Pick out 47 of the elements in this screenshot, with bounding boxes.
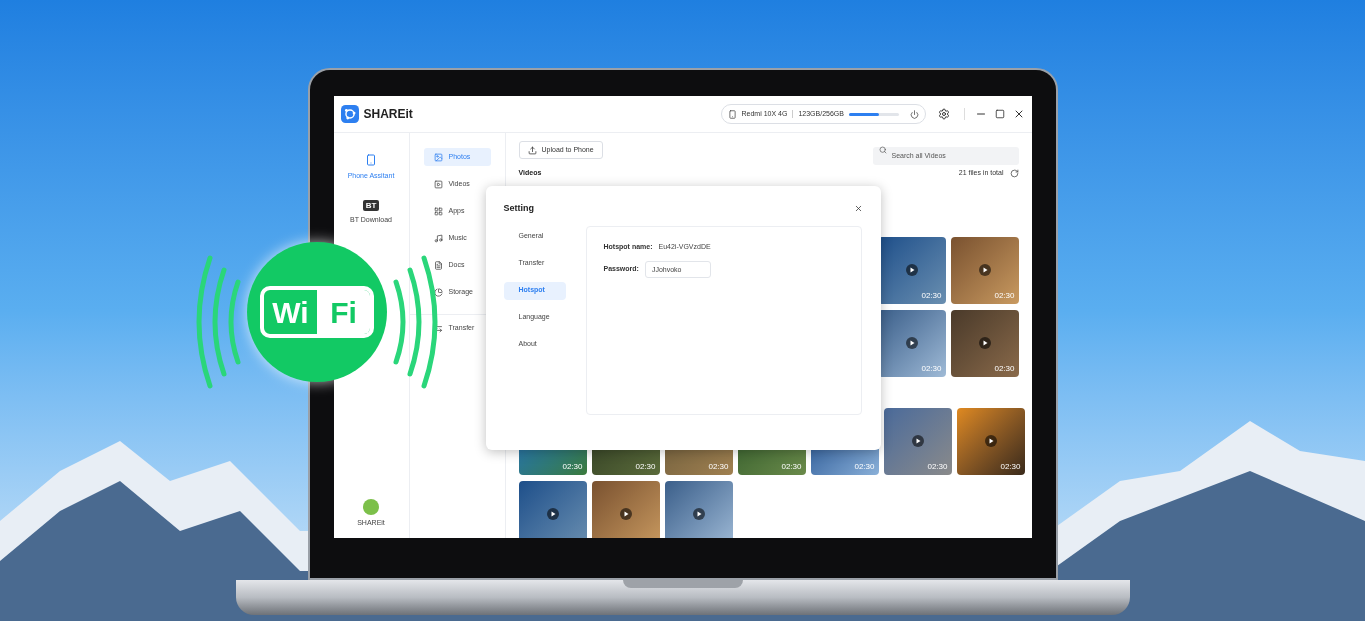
video-thumbnail[interactable] — [664, 480, 733, 538]
power-icon[interactable] — [909, 109, 919, 119]
settings-icon[interactable] — [937, 108, 950, 120]
photo-icon — [433, 152, 443, 162]
play-icon — [984, 435, 997, 447]
video-duration: 02:30 — [921, 362, 942, 375]
bt-icon: BT — [362, 199, 380, 211]
music-icon — [433, 233, 443, 243]
play-icon — [692, 508, 705, 520]
video-icon — [433, 179, 443, 189]
video-duration: 02:30 — [635, 460, 656, 473]
close-icon[interactable] — [853, 204, 863, 214]
video-duration: 02:30 — [927, 460, 948, 473]
docs-icon — [433, 260, 443, 270]
video-duration: 02:30 — [1000, 460, 1021, 473]
video-duration: 02:30 — [994, 362, 1015, 375]
play-icon — [978, 264, 991, 276]
refresh-icon[interactable] — [1009, 168, 1019, 178]
dialog-title: Setting — [503, 202, 534, 215]
play-icon — [905, 264, 918, 276]
play-icon — [905, 337, 918, 349]
video-duration: 02:30 — [562, 460, 583, 473]
storage-icon — [433, 287, 443, 297]
play-icon — [619, 508, 632, 520]
phone-icon — [727, 109, 737, 119]
video-thumbnail[interactable] — [518, 480, 587, 538]
maximize-icon[interactable] — [994, 109, 1005, 119]
video-duration: 02:30 — [994, 289, 1015, 302]
video-duration: 02:30 — [854, 460, 875, 473]
search-icon — [878, 146, 887, 154]
video-thumbnail[interactable]: 02:30 — [883, 407, 952, 475]
upload-icon — [527, 145, 537, 155]
phone-icon — [365, 153, 377, 167]
video-thumbnail[interactable] — [591, 480, 660, 538]
app-logo-icon — [340, 105, 359, 123]
video-duration: 02:30 — [708, 460, 729, 473]
play-icon — [978, 337, 991, 349]
play-icon — [546, 508, 559, 520]
video-duration: 02:30 — [921, 289, 942, 302]
wifi-text: Wi — [271, 294, 310, 331]
apps-icon — [433, 206, 443, 216]
wifi-text: Fi — [317, 290, 370, 334]
play-icon — [911, 435, 924, 447]
video-thumbnail[interactable]: 02:30 — [956, 407, 1025, 475]
video-duration: 02:30 — [781, 460, 802, 473]
app-title: SHAREit — [363, 106, 413, 123]
video-thumbnail[interactable]: 02:30 — [950, 309, 1019, 377]
